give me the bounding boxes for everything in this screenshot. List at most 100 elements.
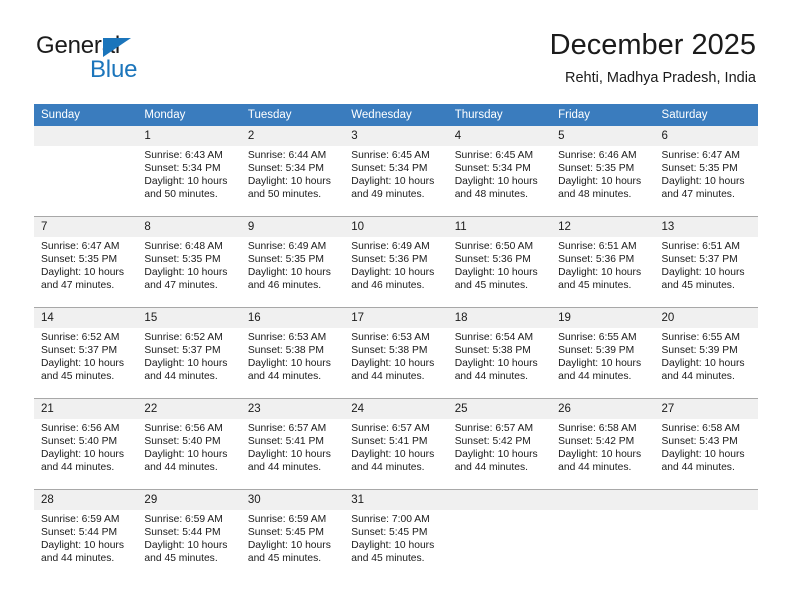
day-sun-info: Sunrise: 6:43 AM Sunset: 5:34 PM Daylight:… [137, 146, 240, 201]
sunset-text: Sunset: 5:38 PM [247, 345, 324, 357]
general-blue-logo[interactable]: General Blue [36, 32, 236, 84]
calendar-day-cell[interactable]: 23 Sunrise: 6:57 AM Sunset: 5:41 PM Dayligh… [240, 398, 345, 490]
calendar-day-cell[interactable]: 15 Sunrise: 6:52 AM Sunset: 5:37 PM Dayligh… [137, 307, 241, 399]
sunrise-text: Sunrise: 6:49 AM [247, 241, 327, 252]
day-sun-info: Sunrise: 6:57 AM Sunset: 5:42 PM Daylight:… [448, 419, 551, 474]
day-cell-content: 5 Sunrise: 6:46 AM Sunset: 5:35 PM Daylight… [551, 126, 655, 216]
calendar-day-cell[interactable]: 12 Sunrise: 6:51 AM Sunset: 5:36 PM Dayligh… [551, 216, 655, 308]
calendar-header-row: Sunday Monday Tuesday Wednesday Thursday… [34, 104, 758, 126]
day-cell-content: 23 Sunrise: 6:57 AM Sunset: 5:41 PM Dayligh… [240, 399, 345, 489]
calendar-day-cell[interactable] [551, 489, 655, 580]
daylight-text-line2: and 44 minutes. [454, 462, 528, 474]
sunset-text: Sunset: 5:44 PM [41, 527, 118, 539]
day-number: 2 [240, 126, 345, 146]
calendar-day-cell[interactable]: 30 Sunrise: 6:59 AM Sunset: 5:45 PM Dayligh… [240, 489, 345, 580]
calendar-day-cell[interactable]: 8 Sunrise: 6:48 AM Sunset: 5:35 PM Daylight… [137, 216, 241, 308]
day-number: 23 [240, 399, 345, 419]
day-cell-content: 20 Sunrise: 6:55 AM Sunset: 5:39 PM Dayligh… [654, 308, 758, 398]
day-sun-info: Sunrise: 7:00 AM Sunset: 5:45 PM Daylight:… [344, 510, 447, 565]
day-cell-content: 9 Sunrise: 6:49 AM Sunset: 5:35 PM Daylight… [240, 217, 345, 307]
day-cell-content: 17 Sunrise: 6:53 AM Sunset: 5:38 PM Dayligh… [344, 308, 448, 398]
daylight-text-line2: and 46 minutes. [351, 280, 425, 292]
calendar-day-cell[interactable]: 17 Sunrise: 6:53 AM Sunset: 5:38 PM Dayligh… [344, 307, 448, 399]
daylight-text-line1: Daylight: 10 hours [558, 449, 642, 461]
daylight-text-line2: and 45 minutes. [144, 553, 218, 565]
daylight-text-line2: and 44 minutes. [144, 462, 218, 474]
calendar-day-cell[interactable]: 26 Sunrise: 6:58 AM Sunset: 5:42 PM Dayligh… [551, 398, 655, 490]
calendar-day-cell[interactable]: 27 Sunrise: 6:58 AM Sunset: 5:43 PM Dayligh… [654, 398, 758, 490]
calendar-day-cell[interactable]: 9 Sunrise: 6:49 AM Sunset: 5:35 PM Daylight… [240, 216, 345, 308]
daylight-text-line2: and 44 minutes. [144, 371, 218, 383]
calendar-day-cell[interactable]: 21 Sunrise: 6:56 AM Sunset: 5:40 PM Dayligh… [34, 398, 138, 490]
weekday-header-sunday: Sunday [34, 104, 138, 126]
calendar-day-cell[interactable]: 22 Sunrise: 6:56 AM Sunset: 5:40 PM Dayligh… [137, 398, 241, 490]
day-cell-content: 24 Sunrise: 6:57 AM Sunset: 5:41 PM Dayligh… [344, 399, 448, 489]
daylight-text-line1: Daylight: 10 hours [558, 176, 642, 188]
page-header: General Blue December 2025 Rehti, Madhya… [0, 0, 792, 104]
weekday-header-saturday: Saturday [654, 104, 758, 126]
day-cell-content: 26 Sunrise: 6:58 AM Sunset: 5:42 PM Dayligh… [551, 399, 655, 489]
day-number: 18 [447, 308, 552, 328]
day-cell-content: 13 Sunrise: 6:51 AM Sunset: 5:37 PM Dayligh… [654, 217, 758, 307]
weekday-header-friday: Friday [551, 104, 655, 126]
daylight-text-line1: Daylight: 10 hours [558, 358, 642, 370]
daylight-text-line2: and 44 minutes. [558, 371, 632, 383]
calendar-day-cell[interactable]: 20 Sunrise: 6:55 AM Sunset: 5:39 PM Dayligh… [654, 307, 758, 399]
sunrise-text: Sunrise: 6:55 AM [558, 332, 637, 343]
calendar-day-cell[interactable]: 13 Sunrise: 6:51 AM Sunset: 5:37 PM Dayligh… [654, 216, 758, 308]
daylight-text-line2: and 50 minutes. [247, 189, 322, 201]
daylight-text-line1: Daylight: 10 hours [454, 176, 538, 188]
sunset-text: Sunset: 5:44 PM [144, 527, 221, 539]
calendar-day-cell[interactable] [34, 126, 138, 217]
day-number: 10 [344, 217, 448, 237]
day-sun-info: Sunrise: 6:46 AM Sunset: 5:35 PM Daylight:… [551, 146, 654, 201]
calendar-day-cell[interactable]: 16 Sunrise: 6:53 AM Sunset: 5:38 PM Dayligh… [240, 307, 345, 399]
calendar-day-cell[interactable]: 18 Sunrise: 6:54 AM Sunset: 5:38 PM Dayligh… [447, 307, 552, 399]
calendar-day-cell[interactable]: 1 Sunrise: 6:43 AM Sunset: 5:34 PM Daylight… [137, 126, 241, 217]
day-sun-info: Sunrise: 6:59 AM Sunset: 5:44 PM Daylight:… [34, 510, 137, 565]
calendar-day-cell[interactable]: 11 Sunrise: 6:50 AM Sunset: 5:36 PM Dayligh… [447, 216, 552, 308]
calendar-day-cell[interactable]: 31 Sunrise: 7:00 AM Sunset: 5:45 PM Dayligh… [344, 489, 448, 580]
daylight-text-line1: Daylight: 10 hours [144, 540, 228, 552]
calendar-day-cell[interactable]: 5 Sunrise: 6:46 AM Sunset: 5:35 PM Daylight… [551, 126, 655, 217]
calendar-day-cell[interactable]: 3 Sunrise: 6:45 AM Sunset: 5:34 PM Daylight… [344, 126, 448, 217]
calendar-day-cell[interactable]: 14 Sunrise: 6:52 AM Sunset: 5:37 PM Dayligh… [34, 307, 138, 399]
day-number: 8 [137, 217, 241, 237]
calendar-day-cell[interactable]: 7 Sunrise: 6:47 AM Sunset: 5:35 PM Daylight… [34, 216, 138, 308]
day-number: 11 [447, 217, 552, 237]
daylight-text-line1: Daylight: 10 hours [247, 449, 331, 461]
day-number [34, 126, 138, 146]
daylight-text-line2: and 44 minutes. [558, 462, 632, 474]
daylight-text-line2: and 45 minutes. [558, 280, 632, 292]
sunrise-text: Sunrise: 6:52 AM [144, 332, 223, 343]
daylight-text-line1: Daylight: 10 hours [351, 267, 435, 279]
daylight-text-line2: and 44 minutes. [351, 371, 425, 383]
day-cell-content: 22 Sunrise: 6:56 AM Sunset: 5:40 PM Dayligh… [137, 399, 241, 489]
calendar-day-cell[interactable] [447, 489, 552, 580]
daylight-text-line2: and 44 minutes. [41, 462, 115, 474]
day-cell-content [447, 490, 552, 580]
day-number: 9 [240, 217, 345, 237]
calendar-day-cell[interactable]: 28 Sunrise: 6:59 AM Sunset: 5:44 PM Dayligh… [34, 489, 138, 580]
sunrise-text: Sunrise: 6:53 AM [247, 332, 327, 343]
day-sun-info: Sunrise: 6:59 AM Sunset: 5:45 PM Daylight:… [241, 510, 344, 565]
day-sun-info: Sunrise: 6:49 AM Sunset: 5:35 PM Daylight:… [241, 237, 344, 292]
sunset-text: Sunset: 5:34 PM [351, 163, 428, 175]
calendar-day-cell[interactable]: 4 Sunrise: 6:45 AM Sunset: 5:34 PM Daylight… [447, 126, 552, 217]
calendar-day-cell[interactable]: 24 Sunrise: 6:57 AM Sunset: 5:41 PM Dayligh… [344, 398, 448, 490]
calendar-day-cell[interactable]: 6 Sunrise: 6:47 AM Sunset: 5:35 PM Daylight… [654, 126, 758, 217]
day-number: 3 [344, 126, 448, 146]
daylight-text-line2: and 45 minutes. [351, 553, 425, 565]
calendar-day-cell[interactable] [654, 489, 758, 580]
calendar-day-cell[interactable]: 29 Sunrise: 6:59 AM Sunset: 5:44 PM Dayligh… [137, 489, 241, 580]
calendar-day-cell[interactable]: 2 Sunrise: 6:44 AM Sunset: 5:34 PM Daylight… [240, 126, 345, 217]
calendar-day-cell[interactable]: 25 Sunrise: 6:57 AM Sunset: 5:42 PM Dayligh… [447, 398, 552, 490]
day-cell-content: 10 Sunrise: 6:49 AM Sunset: 5:36 PM Dayligh… [344, 217, 448, 307]
day-cell-content: 30 Sunrise: 6:59 AM Sunset: 5:45 PM Dayligh… [240, 490, 345, 580]
calendar-day-cell[interactable]: 10 Sunrise: 6:49 AM Sunset: 5:36 PM Dayligh… [344, 216, 448, 308]
daylight-text-line1: Daylight: 10 hours [454, 449, 538, 461]
day-number: 12 [551, 217, 655, 237]
day-number: 26 [551, 399, 655, 419]
calendar-day-cell[interactable]: 19 Sunrise: 6:55 AM Sunset: 5:39 PM Dayligh… [551, 307, 655, 399]
calendar-week-row: 7 Sunrise: 6:47 AM Sunset: 5:35 PM Daylight… [34, 216, 758, 308]
